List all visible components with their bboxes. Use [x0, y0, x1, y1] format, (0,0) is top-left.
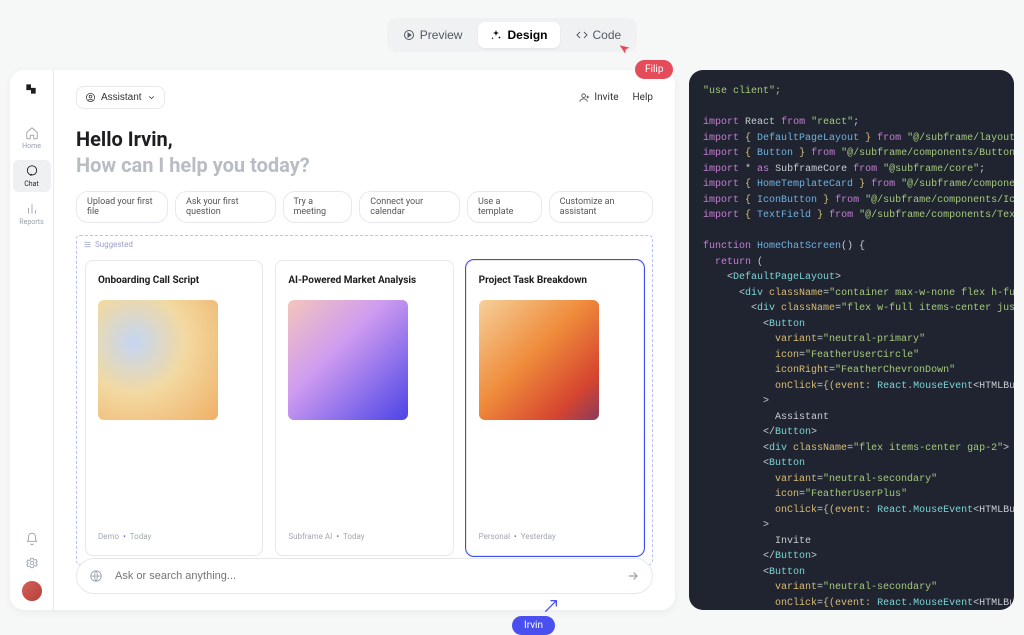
- bar-chart-icon: [25, 202, 39, 216]
- nav-reports[interactable]: Reports: [13, 198, 51, 230]
- tab-preview[interactable]: Preview: [391, 22, 475, 48]
- greeting-line-1: Hello Irvin,: [76, 127, 653, 151]
- user-circle-icon: [85, 92, 96, 103]
- help-button[interactable]: Help: [633, 92, 653, 103]
- assistant-label: Assistant: [101, 92, 142, 103]
- suggested-label: Suggested: [83, 240, 133, 249]
- arrow-right-icon: [626, 569, 640, 583]
- tab-label: Preview: [420, 28, 463, 42]
- tab-design[interactable]: Design: [478, 22, 559, 48]
- card-title: AI-Powered Market Analysis: [288, 275, 440, 286]
- card-preview: [98, 300, 218, 420]
- tab-label: Design: [507, 28, 547, 42]
- card-meta: Subframe AI•Today: [288, 532, 440, 541]
- user-plus-icon: [579, 92, 590, 103]
- globe-icon: [89, 569, 103, 583]
- view-mode-tabs: Preview Design Code: [387, 18, 637, 52]
- notifications-button[interactable]: [25, 532, 39, 546]
- chip[interactable]: Connect your calendar: [359, 191, 460, 223]
- chip[interactable]: Customize an assistant: [549, 191, 653, 223]
- settings-button[interactable]: [25, 556, 39, 570]
- template-card-task-breakdown[interactable]: Project Task Breakdown Personal•Yesterda…: [466, 260, 644, 556]
- greeting-line-2: How can I help you today?: [76, 153, 653, 177]
- chip[interactable]: Ask your first question: [175, 191, 276, 223]
- invite-label: Invite: [594, 92, 618, 103]
- gear-icon: [25, 556, 39, 570]
- nav-label: Chat: [24, 180, 39, 188]
- suggestion-chips: Upload your first file Ask your first qu…: [76, 191, 653, 223]
- code-icon: [576, 29, 588, 41]
- cursor-label-filip: Filip: [635, 60, 673, 79]
- card-meta: Personal•Yesterday: [479, 532, 631, 541]
- chip[interactable]: Use a template: [467, 191, 542, 223]
- template-card-market-analysis[interactable]: AI-Powered Market Analysis Subframe AI•T…: [275, 260, 453, 556]
- tab-label: Code: [593, 28, 622, 42]
- nav-label: Home: [22, 142, 41, 150]
- nav-home[interactable]: Home: [13, 122, 51, 154]
- cursor-filip: [617, 41, 633, 57]
- nav-chat[interactable]: Chat: [13, 160, 51, 192]
- assistant-dropdown[interactable]: Assistant: [76, 86, 165, 109]
- app-logo: [24, 82, 40, 98]
- user-avatar[interactable]: [21, 580, 43, 602]
- chevron-down-icon: [147, 93, 156, 102]
- code-preview: "use client"; import React from "react";…: [689, 70, 1014, 610]
- search-bar: [76, 558, 653, 594]
- home-icon: [25, 126, 39, 140]
- play-icon: [403, 29, 415, 41]
- chip[interactable]: Try a meeting: [283, 191, 353, 223]
- card-title: Onboarding Call Script: [98, 275, 250, 286]
- chip[interactable]: Upload your first file: [76, 191, 168, 223]
- help-label: Help: [633, 92, 653, 103]
- list-icon: [83, 240, 92, 249]
- cursor-label-irvin: Irvin: [512, 616, 555, 635]
- sparkle-icon: [490, 29, 502, 41]
- search-input[interactable]: [113, 569, 616, 583]
- submit-button[interactable]: [626, 569, 640, 583]
- template-card-onboarding[interactable]: Onboarding Call Script Demo•Today: [85, 260, 263, 556]
- design-canvas: Home Chat Reports Assistant: [10, 70, 675, 610]
- card-preview: [288, 300, 408, 420]
- card-meta: Demo•Today: [98, 532, 250, 541]
- card-preview: [479, 300, 599, 420]
- bell-icon: [25, 532, 39, 546]
- chat-icon: [25, 164, 39, 178]
- card-title: Project Task Breakdown: [479, 275, 631, 286]
- suggested-section: Suggested Onboarding Call Script Demo•To…: [76, 235, 653, 565]
- invite-button[interactable]: Invite: [579, 92, 618, 103]
- cursor-irvin: [543, 598, 559, 614]
- sidebar: Home Chat Reports: [10, 70, 54, 610]
- nav-label: Reports: [19, 218, 43, 226]
